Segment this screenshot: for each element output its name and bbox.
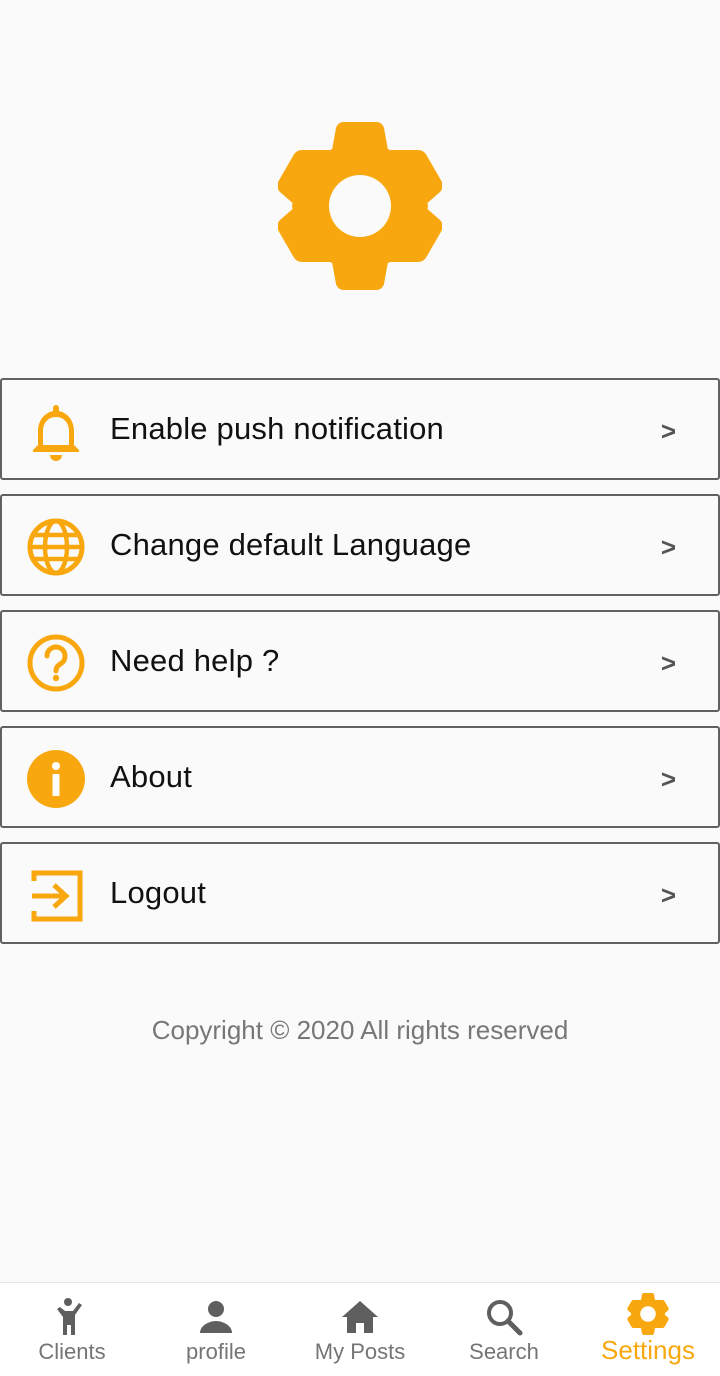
menu-item-label: Logout [110, 875, 207, 910]
chevron-right-icon: > [660, 415, 676, 446]
nav-item-my-posts[interactable]: My Posts [288, 1283, 432, 1376]
menu-item-logout[interactable]: Logout > [0, 842, 720, 944]
nav-item-clients[interactable]: Clients [0, 1283, 144, 1376]
nav-label: Search [469, 1339, 539, 1364]
copyright-text: Copyright © 2020 All rights reserved [151, 1015, 569, 1045]
gear-icon [278, 122, 442, 290]
menu-item-push-notification[interactable]: Enable push notification > [0, 378, 720, 480]
gear-icon [627, 1293, 669, 1335]
person-waving-icon [57, 1298, 82, 1335]
nav-item-profile[interactable]: profile [144, 1283, 288, 1376]
menu-item-label: Enable push notification [110, 411, 444, 446]
menu-item-need-help[interactable]: Need help ? > [0, 610, 720, 712]
bell-icon [33, 405, 79, 461]
chevron-right-icon: > [660, 531, 676, 562]
help-icon [27, 634, 85, 692]
person-icon [200, 1301, 232, 1333]
menu-item-label: About [110, 759, 193, 794]
info-icon [27, 750, 85, 808]
nav-label: Settings [601, 1335, 695, 1365]
nav-item-search[interactable]: Search [432, 1283, 576, 1376]
nav-label: profile [186, 1339, 246, 1364]
nav-label: Clients [38, 1339, 106, 1364]
home-icon [342, 1301, 378, 1333]
search-icon [487, 1300, 523, 1336]
nav-label: My Posts [314, 1339, 406, 1364]
chevron-right-icon: > [660, 647, 676, 678]
logout-icon [31, 870, 83, 922]
chevron-right-icon: > [660, 763, 676, 794]
menu-item-label: Need help ? [110, 643, 280, 678]
chevron-right-icon: > [660, 879, 676, 910]
menu-item-about[interactable]: About > [0, 726, 720, 828]
settings-screen: Enable push notification > Change defaul… [0, 0, 720, 1376]
nav-item-settings[interactable]: Settings [576, 1283, 720, 1376]
menu-item-change-language[interactable]: Change default Language > [0, 494, 720, 596]
bottom-navigation: Clients profile My Posts Search Settings [0, 1282, 720, 1376]
globe-icon [27, 518, 85, 576]
menu-item-label: Change default Language [110, 527, 472, 562]
